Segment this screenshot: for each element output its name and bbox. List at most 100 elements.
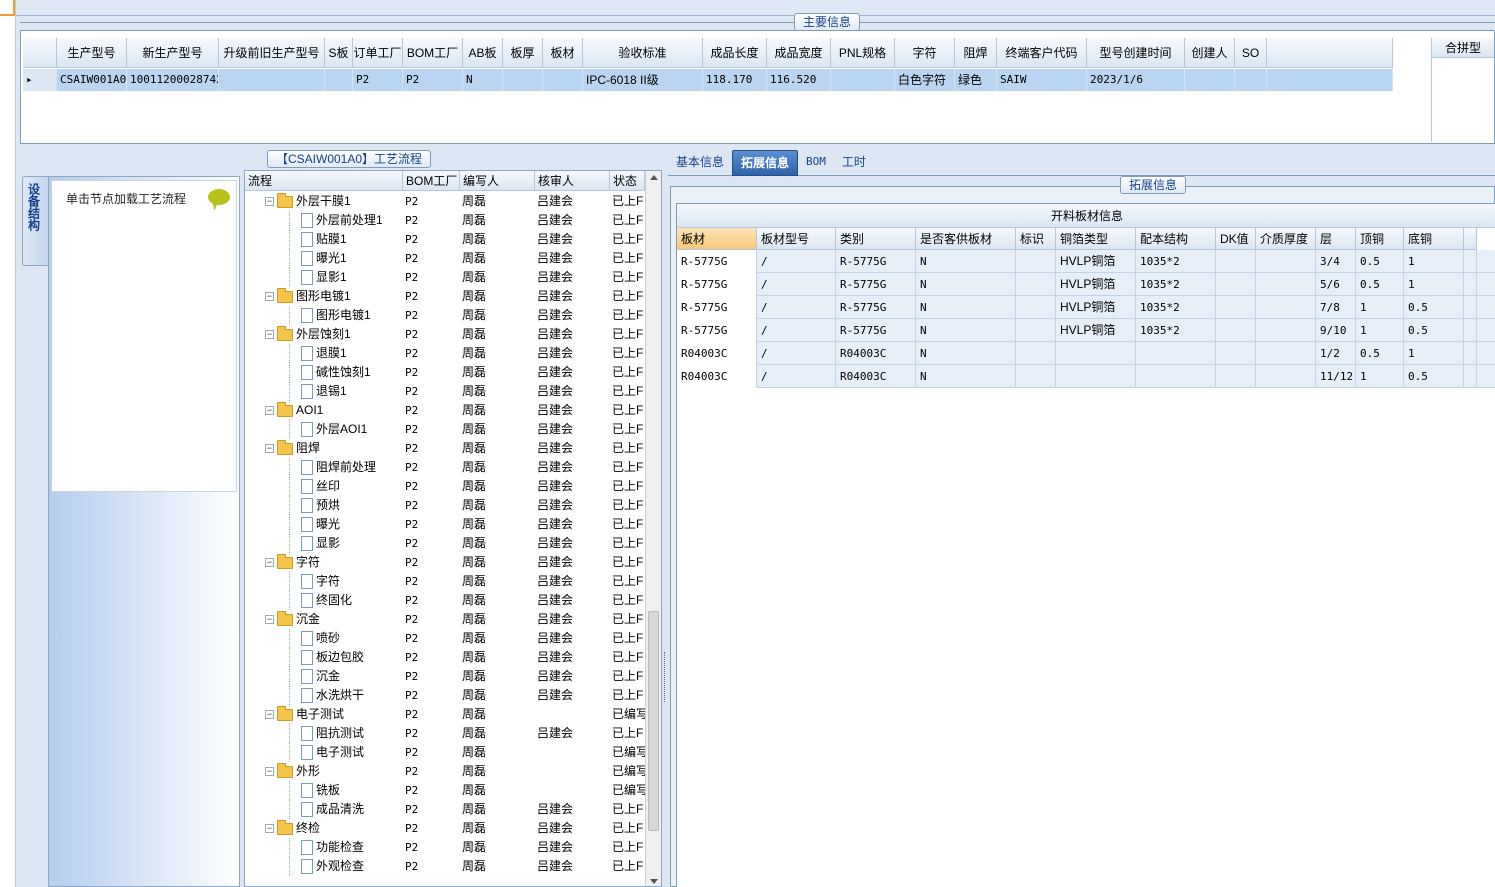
collapse-icon[interactable]: − (265, 615, 274, 624)
tree-group-row[interactable]: − 外形 P2 周磊 已编写 (245, 762, 645, 781)
nav-hint-box[interactable]: 单击节点加载工艺流程 (51, 180, 237, 492)
tree-node[interactable]: 沉金 (301, 669, 340, 684)
material-cell[interactable]: 0.5 (1356, 342, 1404, 365)
tree-group-row[interactable]: − 阻焊 P2 周磊 吕建会 已上F (245, 439, 645, 458)
tree-group-row[interactable]: − 电子测试 P2 周磊 已编写 (245, 705, 645, 724)
tree-step-row[interactable]: 外观检查 P2 周磊 吕建会 已上F (245, 857, 645, 876)
tree-node[interactable]: 碱性蚀刻1 (301, 365, 371, 380)
tree-step-row[interactable]: 显影1 P2 周磊 吕建会 已上F (245, 268, 645, 287)
material-cell[interactable]: 9/10 (1316, 319, 1356, 342)
main-cell[interactable]: 118.170 (703, 69, 767, 91)
tree-step-row[interactable]: 沉金 P2 周磊 吕建会 已上F (245, 667, 645, 686)
tree-node[interactable]: − 阻焊 (265, 439, 320, 456)
tree-node[interactable]: 成品清洗 (301, 802, 364, 817)
material-cell[interactable] (1216, 342, 1256, 365)
material-col-header[interactable]: DK值 (1216, 228, 1256, 250)
tree-node[interactable]: 终固化 (301, 593, 352, 608)
tree-col-header[interactable]: 核审人 (535, 171, 610, 191)
tree-step-row[interactable]: 喷砂 P2 周磊 吕建会 已上F (245, 629, 645, 648)
material-cell[interactable] (1256, 273, 1316, 296)
main-cell[interactable]: IPC-6018 II级 (583, 69, 703, 91)
material-cell[interactable]: R-5775G (836, 250, 916, 273)
main-cell[interactable]: 10011200028742 (127, 69, 219, 91)
tree-step-row[interactable]: 阻焊前处理 P2 周磊 吕建会 已上F (245, 458, 645, 477)
main-col-header[interactable]: 创建人 (1185, 38, 1235, 68)
tree-step-row[interactable]: 铣板 P2 周磊 已编写 (245, 781, 645, 800)
material-cell[interactable]: 3/4 (1316, 250, 1356, 273)
material-cell[interactable]: 7/8 (1316, 296, 1356, 319)
main-col-header[interactable]: S板 (325, 38, 353, 68)
tree-step-row[interactable]: 曝光1 P2 周磊 吕建会 已上F (245, 249, 645, 268)
main-cell[interactable] (219, 69, 325, 91)
main-col-header[interactable]: AB板 (463, 38, 503, 68)
tree-node[interactable]: − 外层干膜1 (265, 192, 351, 209)
tree-node[interactable]: 水洗烘干 (301, 688, 364, 703)
tree-node[interactable]: − 沉金 (265, 610, 320, 627)
tree-col-header[interactable]: BOM工厂 (403, 171, 460, 191)
main-cell[interactable] (1185, 69, 1235, 91)
main-cell[interactable] (325, 69, 353, 91)
collapse-icon[interactable]: − (265, 767, 274, 776)
material-cell[interactable]: R04003C (836, 342, 916, 365)
material-cell[interactable]: / (757, 365, 836, 388)
material-cell[interactable] (1016, 319, 1056, 342)
material-cell[interactable] (1136, 342, 1216, 365)
material-cell[interactable]: 0.5 (1404, 365, 1464, 388)
tree-step-row[interactable]: 成品清洗 P2 周磊 吕建会 已上F (245, 800, 645, 819)
material-cell[interactable]: R04003C (677, 342, 757, 365)
tree-node[interactable]: 字符 (301, 574, 340, 589)
material-cell[interactable]: / (757, 273, 836, 296)
material-row[interactable]: R-5775G / R-5775G N HVLP铜箔 1035*2 9/10 1 0.5 (677, 319, 1495, 342)
material-cell[interactable]: 0.5 (1356, 250, 1404, 273)
main-col-header[interactable]: 生产型号 (57, 38, 127, 68)
material-cell[interactable] (1016, 342, 1056, 365)
material-cell[interactable]: 1035*2 (1136, 250, 1216, 273)
collapse-icon[interactable]: − (265, 710, 274, 719)
material-cell[interactable] (1256, 365, 1316, 388)
tab-item[interactable]: 工时 (834, 150, 874, 176)
material-col-header[interactable]: 板材 (677, 228, 757, 250)
material-col-header[interactable]: 层 (1316, 228, 1356, 250)
tree-group-row[interactable]: − 外层干膜1 P2 周磊 吕建会 已上F (245, 192, 645, 211)
collapse-icon[interactable]: − (265, 824, 274, 833)
material-col-header[interactable]: 顶铜 (1356, 228, 1404, 250)
collapse-icon[interactable]: − (265, 406, 274, 415)
main-cell[interactable]: N (463, 69, 503, 91)
tree-scrollbar[interactable] (645, 171, 661, 886)
tree-col-header[interactable]: 流程 (245, 171, 403, 191)
main-col-header[interactable]: 订单工厂 (353, 38, 403, 68)
material-cell[interactable]: 1 (1404, 273, 1464, 296)
tree-node[interactable]: 图形电镀1 (301, 308, 371, 323)
tree-node[interactable]: − 图形电镀1 (265, 287, 351, 304)
collapse-icon[interactable]: − (265, 197, 274, 206)
main-cell[interactable]: CSAIW001A0 (57, 69, 127, 91)
material-cell[interactable]: R-5775G (836, 273, 916, 296)
tree-step-row[interactable]: 退锡1 P2 周磊 吕建会 已上F (245, 382, 645, 401)
material-cell[interactable]: 1035*2 (1136, 319, 1216, 342)
tree-node[interactable]: − 电子测试 (265, 705, 344, 722)
main-cell[interactable] (543, 69, 583, 91)
tree-node[interactable]: − AOI1 (265, 401, 323, 418)
material-cell[interactable] (1216, 365, 1256, 388)
main-grid-row[interactable]: ▸ CSAIW001A0 10011200028742 P2 P2 N IPC-6018 I… (23, 69, 1393, 91)
tree-step-row[interactable]: 预烘 P2 周磊 吕建会 已上F (245, 496, 645, 515)
material-row[interactable]: R-5775G / R-5775G N HVLP铜箔 1035*2 3/4 0.5 1 (677, 250, 1495, 273)
material-row[interactable]: R-5775G / R-5775G N HVLP铜箔 1035*2 7/8 1 0.5 (677, 296, 1495, 319)
material-cell[interactable]: / (757, 319, 836, 342)
tree-step-row[interactable]: 外层AOI1 P2 周磊 吕建会 已上F (245, 420, 645, 439)
material-cell[interactable]: R-5775G (836, 296, 916, 319)
material-cell[interactable]: HVLP铜箔 (1056, 273, 1136, 296)
material-cell[interactable]: 0.5 (1404, 296, 1464, 319)
material-col-header[interactable]: 介质厚度 (1256, 228, 1316, 250)
material-cell[interactable]: 1 (1404, 250, 1464, 273)
material-cell[interactable]: 0.5 (1356, 273, 1404, 296)
tree-step-row[interactable]: 功能检查 P2 周磊 吕建会 已上F (245, 838, 645, 857)
tree-node[interactable]: 板边包胶 (301, 650, 364, 665)
main-col-header[interactable]: 终端客户代码 (997, 38, 1087, 68)
material-cell[interactable]: 1 (1356, 319, 1404, 342)
material-cell[interactable] (1256, 319, 1316, 342)
tree-step-row[interactable]: 曝光 P2 周磊 吕建会 已上F (245, 515, 645, 534)
tree-node[interactable]: 贴膜1 (301, 232, 347, 247)
tree-step-row[interactable]: 板边包胶 P2 周磊 吕建会 已上F (245, 648, 645, 667)
material-cell[interactable] (1016, 365, 1056, 388)
